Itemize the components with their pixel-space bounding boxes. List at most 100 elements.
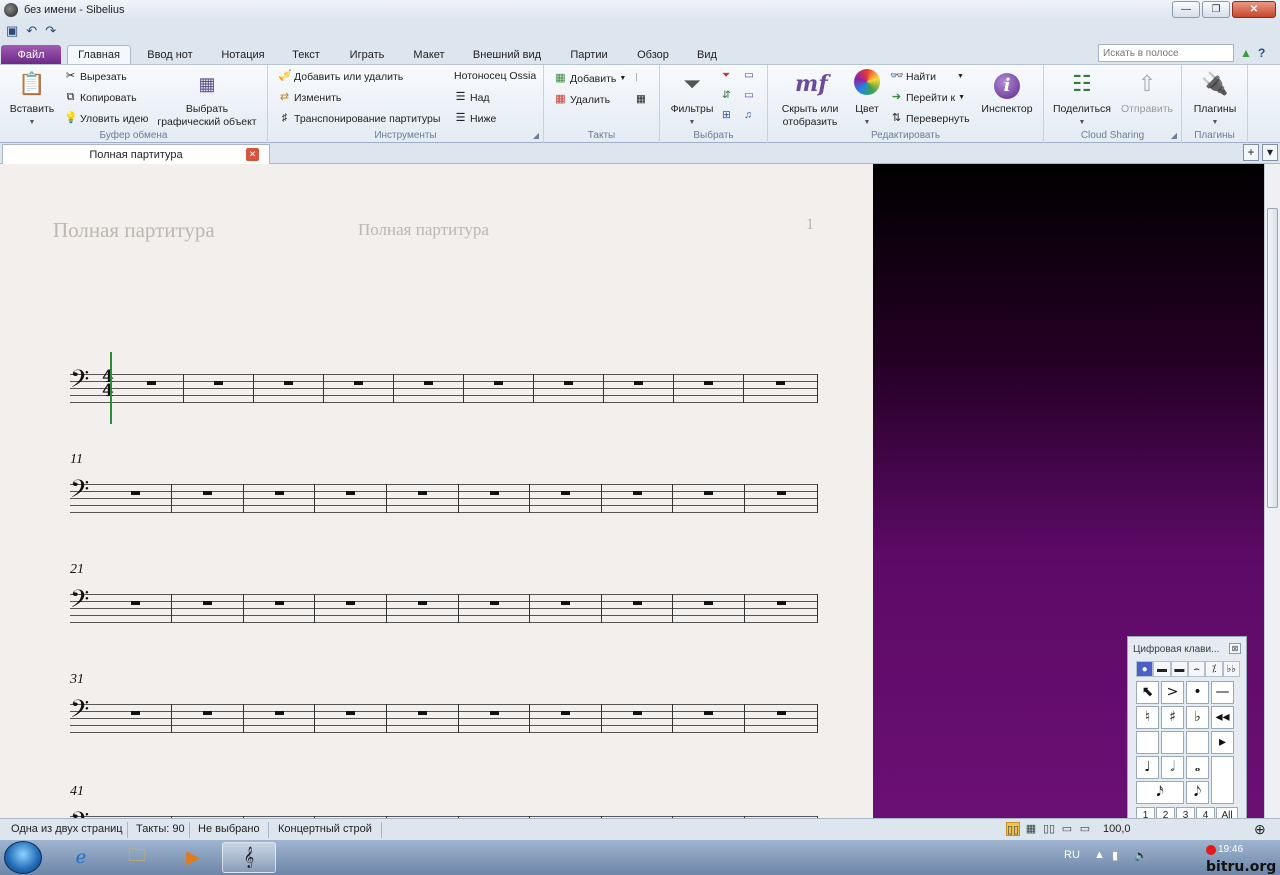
ribbon-search-input[interactable] [1098,44,1234,62]
sibelius-taskbar-icon[interactable]: 𝄞 [222,842,276,873]
filter-dynamics-icon[interactable]: ⏷ [722,69,730,82]
plugins-button[interactable]: 🔌 Плагины ▼ [1186,69,1244,129]
select-graphic-icon[interactable]: ⊞ [722,109,731,121]
tab-appearance[interactable]: Внешний вид [466,45,548,64]
keypad-key[interactable]: 𝅘𝅥𝅯 [1136,781,1184,804]
tab-parts[interactable]: Партии [562,45,616,64]
color-button[interactable]: Цвет ▼ [848,69,886,129]
whole-rest[interactable] [777,491,786,495]
file-explorer-icon[interactable]: 🗀 [110,842,164,873]
keypad-key[interactable]: ◂◂ [1211,706,1234,729]
whole-rest[interactable] [490,491,499,495]
keypad-key[interactable]: ♮ [1136,706,1159,729]
dialog-launcher-icon[interactable]: ◢ [533,131,539,140]
keypad-tab[interactable]: ▬ [1153,661,1171,677]
maximize-button[interactable]: ❐ [1202,1,1230,18]
flip-button[interactable]: ⇅ Перевернуть [890,112,970,125]
whole-rest[interactable] [561,491,570,495]
whole-rest[interactable] [777,601,786,605]
tab-review[interactable]: Обзор [628,45,678,64]
dialog-launcher-icon[interactable]: ◢ [1171,131,1177,140]
zoom-in-icon[interactable]: ⊕ [1254,821,1266,838]
whole-rest[interactable] [561,711,570,715]
whole-rest[interactable] [490,711,499,715]
keypad-tab[interactable]: ⌢ [1187,661,1206,677]
score-page[interactable]: Полная партитура Полная партитура 1 11 2… [0,164,873,818]
close-button[interactable]: ✕ [1232,1,1276,18]
whole-rest[interactable] [634,381,643,385]
keypad-key[interactable]: • [1186,681,1209,704]
inspector-button[interactable]: i Инспектор [974,69,1040,116]
whole-rest[interactable] [346,601,355,605]
ossia-above-button[interactable]: ☰ Над [454,91,490,104]
status-pitch[interactable]: Концертный строй [278,823,372,835]
tray-expand-icon[interactable]: ▲ [1094,849,1105,861]
time-signature[interactable]: 44 [102,369,114,400]
whole-rest[interactable] [131,711,140,715]
keypad-key[interactable] [1136,731,1159,754]
select-all-icon[interactable]: ▭ [744,89,754,101]
keypad-key[interactable]: ▸ [1211,731,1234,754]
keypad-key[interactable]: — [1211,681,1234,704]
tab-layout[interactable]: Макет [406,45,452,64]
collapse-ribbon-icon[interactable]: ▲ [1240,46,1252,60]
whole-rest[interactable] [275,601,284,605]
keypad-close-icon[interactable]: ⊠ [1229,643,1241,654]
tab-text[interactable]: Текст [284,45,328,64]
tab-play[interactable]: Играть [340,45,394,64]
new-tab-button[interactable]: + [1243,144,1259,161]
tab-home[interactable]: Главная [67,45,131,64]
ossia-below-button[interactable]: ☰ Ниже [454,112,497,125]
staff-system[interactable]: 𝄢 [70,588,818,626]
whole-rest[interactable] [284,381,293,385]
whole-rest[interactable] [275,491,284,495]
whole-rest[interactable] [633,491,642,495]
minimize-button[interactable]: — [1172,1,1200,18]
whole-rest[interactable] [346,491,355,495]
help-icon[interactable]: ? [1258,46,1265,60]
staff-system[interactable]: 𝄢 [70,478,818,516]
tab-view[interactable]: Вид [690,45,724,64]
network-icon[interactable]: ▮ [1112,849,1118,862]
whole-rest[interactable] [490,601,499,605]
keypad-tab[interactable]: ● [1136,661,1154,677]
whole-rest[interactable] [561,601,570,605]
select-graphic-button[interactable]: ▦ Выбрать графический объект [152,69,262,129]
whole-rest[interactable] [704,381,713,385]
whole-rest[interactable] [424,381,433,385]
language-indicator[interactable]: RU [1064,849,1080,861]
media-player-icon[interactable]: ▶ [166,842,220,873]
start-button[interactable] [4,841,42,874]
keypad-key[interactable]: 𝅗𝅥 [1161,756,1184,779]
whole-rest[interactable] [418,711,427,715]
scrollbar-thumb[interactable] [1267,208,1278,508]
keypad-key[interactable]: 𝅘𝅥𝅮 [1186,781,1209,804]
whole-rest[interactable] [275,711,284,715]
send-button[interactable]: ⇧ Отправить [1116,69,1178,116]
whole-rest[interactable] [776,381,785,385]
join-bar-icon[interactable]: ▦ [636,93,646,105]
whole-rest[interactable] [214,381,223,385]
staff-system[interactable]: 𝄢 [70,698,818,736]
keypad-key[interactable]: ♩ [1136,756,1159,779]
whole-rest[interactable] [777,711,786,715]
keypad-tab[interactable]: ⁒ [1205,661,1223,677]
whole-rest[interactable] [354,381,363,385]
keypad-tab[interactable]: ▬ [1170,661,1188,677]
staff-system[interactable]: 𝄢 4 4 [70,368,818,406]
whole-rest[interactable] [418,491,427,495]
keypad-key[interactable]: ♭ [1186,706,1209,729]
goto-button[interactable]: ➔ Перейти к ▼ [890,91,965,104]
keypad-key[interactable]: > [1161,681,1184,704]
keypad-key[interactable] [1161,731,1184,754]
whole-rest[interactable] [203,491,212,495]
share-button[interactable]: ☷ Поделиться ▼ [1050,69,1114,129]
whole-rest[interactable] [131,601,140,605]
whole-rest[interactable] [564,381,573,385]
keypad-key[interactable] [1211,756,1234,804]
cut-button[interactable]: ✂ Вырезать [64,70,127,83]
bass-clef[interactable]: 𝄢 [70,368,89,398]
vertical-scrollbar[interactable] [1264,164,1280,818]
keypad-tab[interactable]: ♭♭ [1222,661,1240,677]
hide-show-button[interactable]: mf Скрыть или отобразить [774,69,846,129]
